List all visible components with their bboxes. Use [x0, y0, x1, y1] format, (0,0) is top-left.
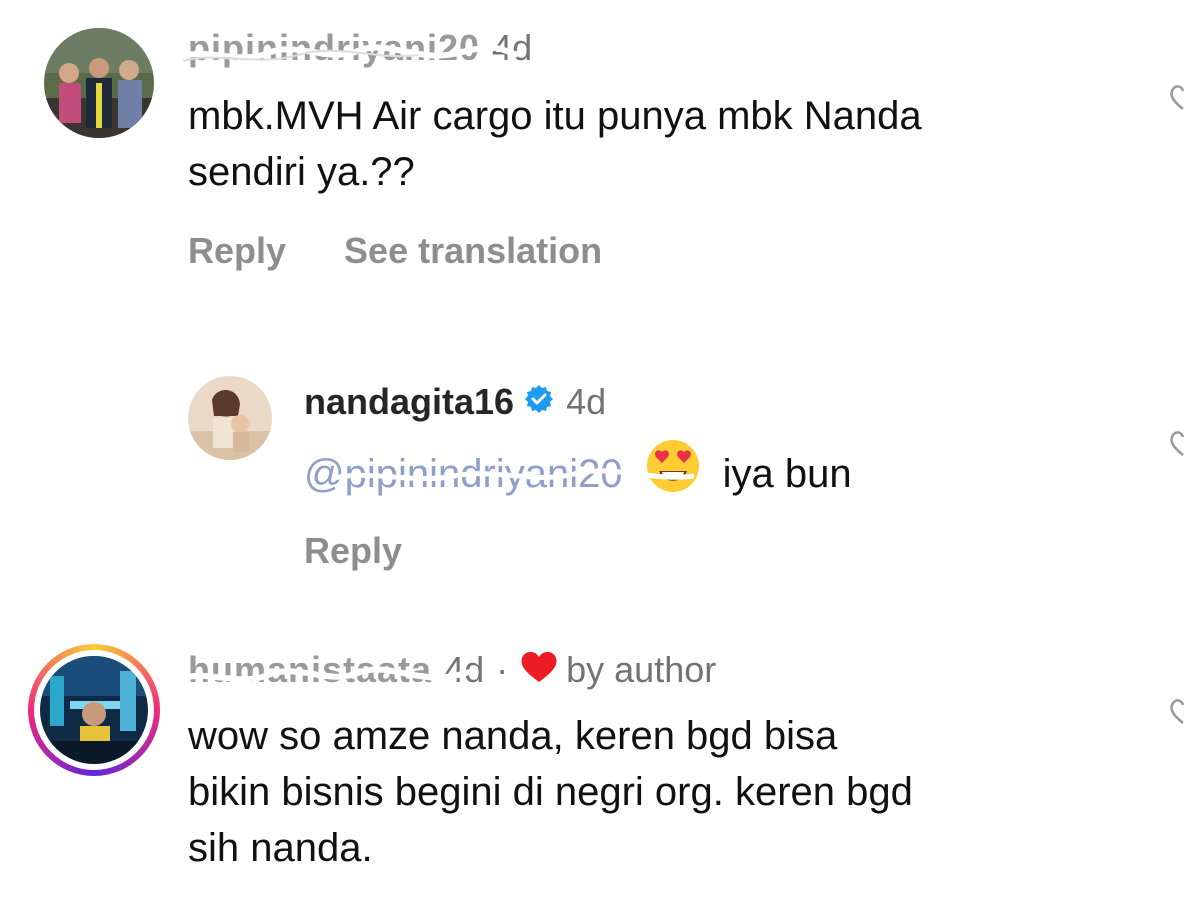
comment-actions: Reply — [304, 530, 402, 572]
comment-text: mbk.MVH Air cargo itu punya mbk Nanda se… — [188, 88, 922, 200]
avatar[interactable] — [28, 644, 160, 776]
comment-header: humanistaata 4d · by author — [178, 646, 717, 694]
comment-text-line: bikin bisnis begini di negri org. keren … — [188, 770, 913, 814]
username[interactable]: nandagita16 — [304, 381, 514, 423]
separator: · — [496, 649, 509, 690]
comment-header: pipinindriyani20 4d — [178, 24, 533, 72]
comment-actions: Reply See translation — [188, 230, 602, 272]
heart-outline-icon[interactable] — [1168, 82, 1198, 117]
timestamp: 4d — [566, 381, 607, 422]
comment-text-line: sendiri ya.?? — [188, 150, 415, 194]
comment-text-line: wow so amze nanda, keren bgd bisa — [188, 714, 838, 758]
comment-text-line: mbk.MVH Air cargo itu punya mbk Nanda — [188, 94, 922, 138]
comment-text: wow so amze nanda, keren bgd bisa bikin … — [188, 708, 913, 876]
username[interactable]: pipinindriyani20 — [188, 27, 480, 69]
see-translation-button[interactable]: See translation — [344, 230, 602, 272]
avatar[interactable] — [44, 28, 154, 138]
red-heart-icon — [520, 649, 558, 692]
timestamp: 4d — [444, 649, 485, 690]
avatar[interactable] — [188, 376, 272, 460]
redaction-scribble — [334, 467, 694, 481]
comments-thread: pipinindriyani20 4d mbk.MVH Air cargo it… — [0, 0, 1200, 900]
reply-button[interactable]: Reply — [188, 230, 286, 272]
reply-text: iya bun — [722, 451, 852, 496]
comment-header: nandagita16 4d — [304, 378, 606, 426]
comment-text: @pipinindriyani20 iya bun — [304, 438, 852, 509]
liked-by-author-label: by author — [566, 649, 717, 690]
reply-button[interactable]: Reply — [304, 530, 402, 572]
heart-outline-icon[interactable] — [1168, 428, 1198, 463]
verified-badge-icon — [524, 381, 554, 423]
username[interactable]: humanistaata — [188, 649, 432, 691]
heart-outline-icon[interactable] — [1168, 696, 1198, 731]
timestamp: 4d — [492, 27, 533, 68]
comment-text-line: sih nanda. — [188, 826, 373, 870]
mention-link[interactable]: @pipinindriyani20 — [304, 446, 694, 502]
